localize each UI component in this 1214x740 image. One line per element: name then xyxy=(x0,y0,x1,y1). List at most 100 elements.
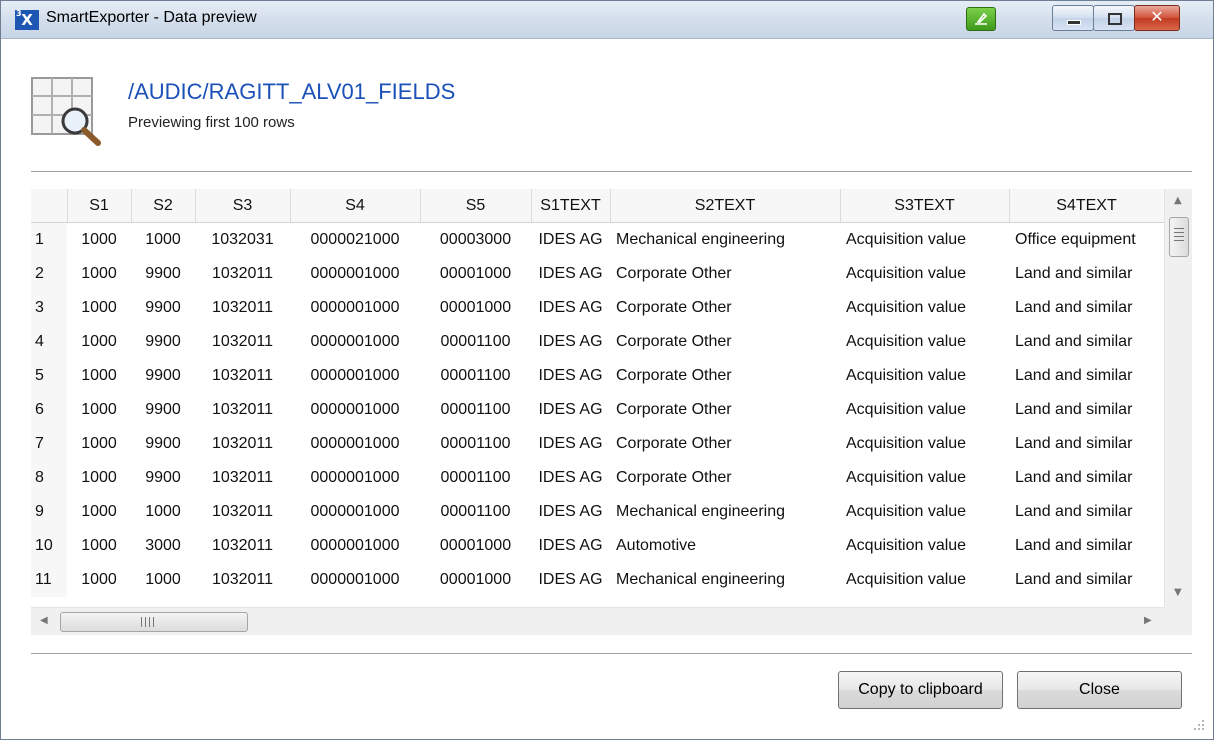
vertical-scrollbar[interactable]: ▲ ▼ xyxy=(1164,189,1192,607)
horizontal-scrollbar[interactable]: ◀ ▶ xyxy=(31,607,1164,635)
row-number: 5 xyxy=(31,359,67,393)
table-cell: Corporate Other xyxy=(616,299,732,316)
table-cell: 1000 xyxy=(81,571,117,588)
table-cell: 00001100 xyxy=(440,503,511,520)
table-cell: Office equipment xyxy=(1015,231,1136,248)
header-divider xyxy=(31,171,1192,172)
copy-to-clipboard-button[interactable]: Copy to clipboard xyxy=(838,671,1003,709)
table-cell: IDES AG xyxy=(538,265,603,282)
maximize-button[interactable] xyxy=(1093,5,1135,31)
table-cell: 00001100 xyxy=(440,401,511,418)
table-row[interactable]: 11 1000 1000 1032011 0000001000 00001000 IDES … xyxy=(31,563,1164,597)
table-cell: Land and similar xyxy=(1015,503,1133,520)
table-cell: 00001100 xyxy=(440,435,511,452)
table-cell: IDES AG xyxy=(538,333,603,350)
horizontal-scroll-thumb[interactable] xyxy=(60,612,248,632)
table-cell: 1000 xyxy=(145,571,181,588)
table-cell: Corporate Other xyxy=(616,367,732,384)
table-row[interactable]: 2 1000 9900 1032011 0000001000 00001000 IDES A… xyxy=(31,257,1164,291)
close-icon: ✕ xyxy=(1150,7,1164,26)
table-cell: 1000 xyxy=(81,299,117,316)
table-row[interactable]: 1 1000 1000 1032031 0000021000 00003000 IDES A… xyxy=(31,222,1164,257)
table-cell: Mechanical engineering xyxy=(616,231,785,248)
column-header-s3text[interactable]: S3TEXT xyxy=(840,189,1010,223)
row-number: 1 xyxy=(31,222,67,257)
scroll-down-arrow-icon[interactable]: ▼ xyxy=(1174,587,1182,598)
column-header-s4[interactable]: S4 xyxy=(290,189,421,223)
table-row[interactable]: 10 1000 3000 1032011 0000001000 00001000 IDES … xyxy=(31,529,1164,563)
scroll-right-arrow-icon[interactable]: ▶ xyxy=(1144,615,1152,626)
footer-divider xyxy=(31,653,1192,654)
data-table: S1 S2 S3 S4 S5 S1TEXT S2TEXT S3TEXT S4TEXT 1 1000… xyxy=(31,189,1165,597)
table-cell: Corporate Other xyxy=(616,469,732,486)
table-cell: Land and similar xyxy=(1015,367,1133,384)
table-row[interactable]: 5 1000 9900 1032011 0000001000 00001100 IDES A… xyxy=(31,359,1164,393)
table-cell: 1000 xyxy=(81,231,117,248)
table-cell: 1000 xyxy=(81,333,117,350)
table-cell: 1000 xyxy=(145,503,181,520)
row-number: 7 xyxy=(31,427,67,461)
pin-button[interactable] xyxy=(966,7,996,31)
table-cell: 1000 xyxy=(81,265,117,282)
table-cell: 1000 xyxy=(81,503,117,520)
table-cell: Automotive xyxy=(616,537,697,554)
column-header-s1[interactable]: S1 xyxy=(67,189,132,223)
table-row[interactable]: 4 1000 9900 1032011 0000001000 00001100 IDES A… xyxy=(31,325,1164,359)
maximize-icon xyxy=(1108,13,1122,25)
column-header-s2text[interactable]: S2TEXT xyxy=(610,189,841,223)
row-number: 8 xyxy=(31,461,67,495)
table-row[interactable]: 6 1000 9900 1032011 0000001000 00001100 IDES A… xyxy=(31,393,1164,427)
table-cell: 1032011 xyxy=(211,299,274,316)
scroll-left-arrow-icon[interactable]: ◀ xyxy=(40,615,48,626)
vertical-scroll-thumb[interactable] xyxy=(1169,217,1189,257)
table-cell: 1032011 xyxy=(211,333,274,350)
table-cell: Acquisition value xyxy=(846,537,967,554)
column-header-s1text[interactable]: S1TEXT xyxy=(531,189,611,223)
table-cell: Acquisition value xyxy=(846,401,967,418)
table-row[interactable]: 3 1000 9900 1032011 0000001000 00001000 IDES A… xyxy=(31,291,1164,325)
table-cell: 9900 xyxy=(145,299,181,316)
table-row[interactable]: 7 1000 9900 1032011 0000001000 00001100 IDES A… xyxy=(31,427,1164,461)
row-number: 11 xyxy=(31,563,67,597)
table-cell: 1032011 xyxy=(211,435,274,452)
table-cell: 0000001000 xyxy=(310,367,400,384)
table-row[interactable]: 9 1000 1000 1032011 0000001000 00001100 IDES A… xyxy=(31,495,1164,529)
table-cell: 1032011 xyxy=(211,367,274,384)
window-close-button[interactable]: ✕ xyxy=(1134,5,1180,31)
table-cell: IDES AG xyxy=(538,503,603,520)
table-cell: Acquisition value xyxy=(846,469,967,486)
table-cell: IDES AG xyxy=(538,435,603,452)
minimize-button[interactable] xyxy=(1052,5,1094,31)
page-title: /AUDIC/RAGITT_ALV01_FIELDS xyxy=(128,79,456,104)
table-cell: 1032011 xyxy=(211,571,274,588)
title-bar[interactable]: 3X SmartExporter - Data preview ✕ xyxy=(1,1,1213,39)
logo-letter: X xyxy=(21,11,33,29)
table-cell: Corporate Other xyxy=(616,333,732,350)
scroll-up-arrow-icon[interactable]: ▲ xyxy=(1174,195,1182,206)
column-header-s2[interactable]: S2 xyxy=(131,189,196,223)
column-header-s5[interactable]: S5 xyxy=(420,189,532,223)
table-cell: 00001000 xyxy=(439,265,512,282)
table-cell: 9900 xyxy=(145,265,181,282)
table-row[interactable]: 8 1000 9900 1032011 0000001000 00001100 IDES A… xyxy=(31,461,1164,495)
resize-grip-icon[interactable] xyxy=(1187,713,1207,733)
data-grid[interactable]: S1 S2 S3 S4 S5 S1TEXT S2TEXT S3TEXT S4TEXT 1 1000… xyxy=(31,189,1192,635)
table-cell: 1000 xyxy=(81,537,117,554)
table-cell: 0000001000 xyxy=(310,571,400,588)
table-cell: 1032011 xyxy=(211,503,274,520)
table-cell: 1032011 xyxy=(211,469,274,486)
column-header-s4text[interactable]: S4TEXT xyxy=(1009,189,1165,223)
table-cell: Land and similar xyxy=(1015,571,1133,588)
table-cell: IDES AG xyxy=(538,571,603,588)
smartexporter-logo-icon: 3X xyxy=(15,9,39,30)
table-cell: Acquisition value xyxy=(846,503,967,520)
table-cell: 0000001000 xyxy=(310,435,400,452)
close-button[interactable]: Close xyxy=(1017,671,1182,709)
row-number: 2 xyxy=(31,257,67,291)
table-cell: Acquisition value xyxy=(846,435,967,452)
column-header-s3[interactable]: S3 xyxy=(195,189,291,223)
table-cell: IDES AG xyxy=(538,231,603,248)
table-cell: 00001000 xyxy=(439,571,512,588)
table-cell: Acquisition value xyxy=(846,265,967,282)
table-cell: 0000001000 xyxy=(310,537,400,554)
